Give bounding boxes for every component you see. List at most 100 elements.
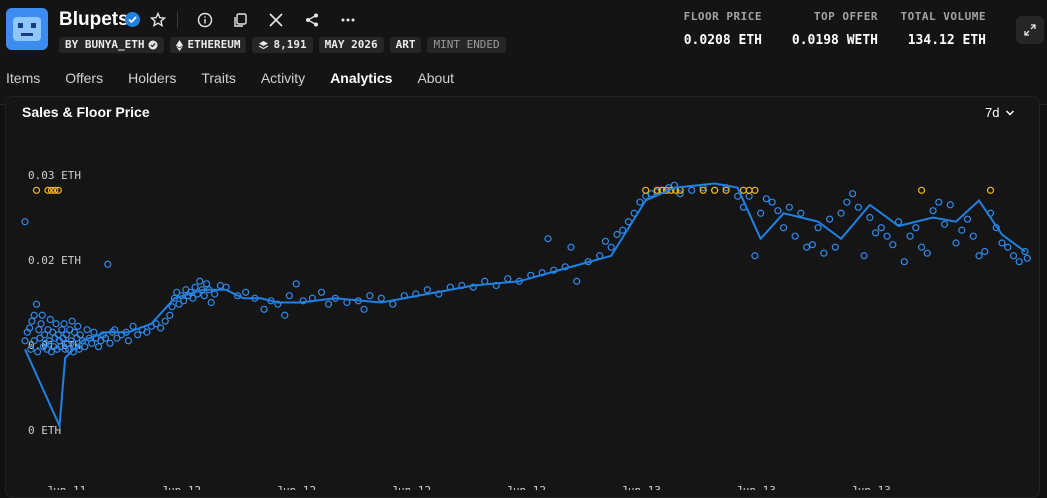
sale-point xyxy=(260,305,268,313)
sale-point xyxy=(647,190,656,198)
sale-point xyxy=(360,305,368,313)
sale-point xyxy=(883,232,891,240)
sale-point xyxy=(889,241,897,249)
sale-point xyxy=(751,252,759,260)
sale-point xyxy=(825,215,834,223)
sale-point xyxy=(814,224,822,232)
outlier-sale-point xyxy=(739,186,747,194)
sale-point xyxy=(877,224,885,232)
sale-point xyxy=(37,320,45,328)
sale-point xyxy=(377,294,385,302)
sale-point xyxy=(161,317,169,325)
sale-point xyxy=(860,252,868,260)
sale-point xyxy=(854,203,862,211)
outlier-sale-point xyxy=(642,186,650,194)
sale-point xyxy=(958,226,966,234)
sale-point xyxy=(923,249,931,257)
x-tick-label: Jun 12 xyxy=(276,484,316,490)
sale-point xyxy=(866,213,874,222)
sale-point xyxy=(544,235,552,243)
sale-point xyxy=(191,283,199,291)
sale-point xyxy=(981,247,989,256)
sale-point xyxy=(46,315,54,324)
x-tick-label: Jun 13 xyxy=(736,484,776,490)
sale-point xyxy=(324,300,333,308)
sale-point xyxy=(104,260,112,268)
sale-point xyxy=(76,331,84,339)
sale-point xyxy=(216,281,225,290)
sale-point xyxy=(129,322,137,330)
sale-point xyxy=(774,207,782,215)
sale-point xyxy=(106,339,114,347)
sale-point xyxy=(1023,254,1031,262)
sale-point xyxy=(848,190,857,198)
sale-point xyxy=(180,297,188,305)
sale-point xyxy=(837,209,845,217)
sale-point xyxy=(1009,252,1018,260)
sale-point xyxy=(975,252,983,260)
sale-point xyxy=(601,237,610,245)
sale-point xyxy=(90,328,98,336)
sale-point xyxy=(292,280,300,288)
sale-point xyxy=(900,258,908,266)
sale-point xyxy=(573,277,581,285)
sale-point xyxy=(242,288,250,296)
outlier-sale-point xyxy=(917,186,926,194)
sale-point xyxy=(757,209,765,217)
y-tick-label: 0.03 ETH xyxy=(28,169,81,182)
x-tick-label: Jun 13 xyxy=(851,484,891,490)
sale-point xyxy=(83,326,91,334)
sale-point xyxy=(35,326,43,334)
sale-point xyxy=(871,229,880,237)
sale-point xyxy=(952,239,960,247)
sale-point xyxy=(285,292,293,300)
sale-point xyxy=(168,303,176,311)
sale-point xyxy=(134,331,142,339)
sale-point xyxy=(21,218,29,226)
sale-point xyxy=(124,337,133,345)
sale-point xyxy=(389,300,397,308)
sale-point xyxy=(88,339,96,347)
sale-point xyxy=(423,286,431,294)
sale-point xyxy=(768,198,776,206)
sale-point xyxy=(52,320,60,328)
sale-point xyxy=(94,343,103,351)
sale-point xyxy=(935,198,943,206)
sale-point xyxy=(32,300,41,308)
sale-point xyxy=(567,243,575,251)
sale-point xyxy=(68,317,76,325)
sale-point xyxy=(808,241,816,249)
sale-point xyxy=(998,239,1006,247)
sale-point xyxy=(912,224,920,232)
sale-point xyxy=(820,249,828,257)
sale-point xyxy=(58,326,66,334)
sale-point xyxy=(780,224,788,232)
y-tick-label: 0 ETH xyxy=(28,424,61,437)
sale-point xyxy=(366,292,374,300)
x-tick-label: Jun 12 xyxy=(391,484,431,490)
sale-point xyxy=(28,317,36,325)
sale-point xyxy=(166,311,174,319)
sale-point xyxy=(906,232,914,240)
sale-point xyxy=(963,215,972,223)
sale-point xyxy=(1015,258,1023,266)
sale-point xyxy=(745,192,753,200)
sale-point xyxy=(30,311,38,319)
outlier-sale-point xyxy=(745,186,753,194)
outlier-sale-point xyxy=(751,186,759,194)
y-tick-label: 0.02 ETH xyxy=(28,254,81,267)
sale-point xyxy=(211,290,219,298)
sale-point xyxy=(613,230,621,239)
sales-floor-chart: 0.03 ETH0.02 ETH0.01 ETH0 ETHJun 11Jun 1… xyxy=(21,169,1031,490)
x-tick-label: Jun 11 xyxy=(47,484,87,490)
sale-point xyxy=(281,311,289,319)
sale-point xyxy=(940,220,949,228)
x-tick-label: Jun 12 xyxy=(506,484,546,490)
outlier-sale-point xyxy=(986,186,995,194)
sale-point xyxy=(607,243,615,251)
sale-point xyxy=(785,203,793,211)
sale-point xyxy=(317,288,326,296)
sale-point xyxy=(200,292,208,300)
sale-point xyxy=(831,243,839,251)
sale-point xyxy=(642,192,650,200)
